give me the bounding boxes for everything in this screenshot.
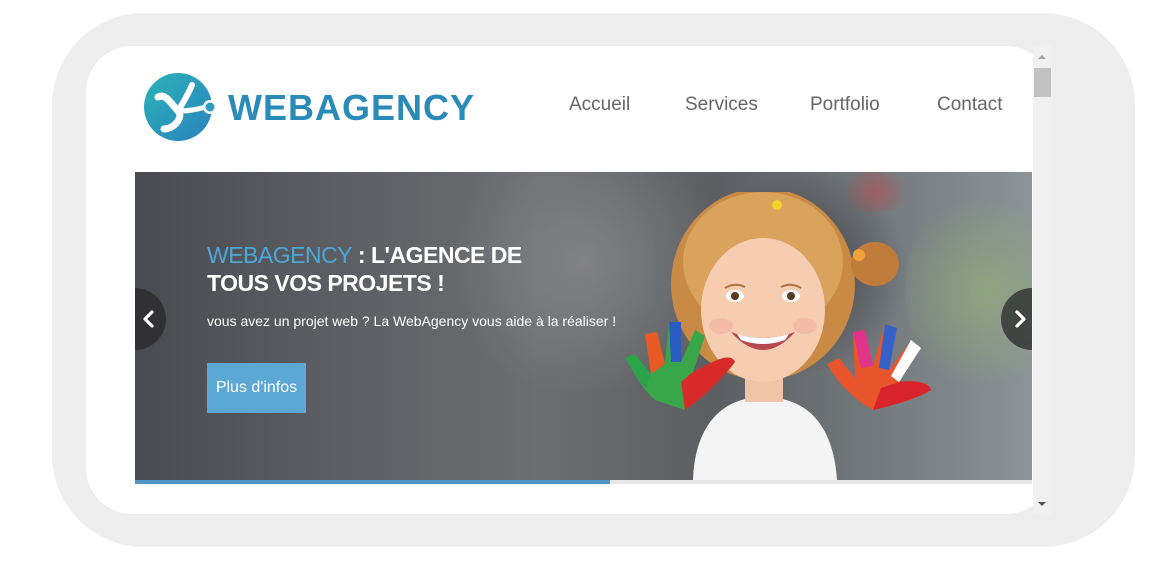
slider-progress-bar bbox=[135, 480, 1032, 484]
child-with-painted-hands-photo bbox=[625, 192, 931, 480]
vertical-scrollbar[interactable] bbox=[1033, 46, 1052, 514]
nav-portfolio[interactable]: Portfolio bbox=[810, 92, 880, 118]
hero-subtitle: vous avez un projet web ? La WebAgency v… bbox=[207, 313, 617, 329]
hero-headline-accent: WEBAGENCY bbox=[207, 242, 353, 268]
nav-services[interactable]: Services bbox=[685, 92, 758, 118]
nav-accueil[interactable]: Accueil bbox=[569, 92, 630, 118]
hero-headline: WEBAGENCY : L'AGENCE DE TOUS VOS PROJETS… bbox=[207, 241, 567, 297]
more-info-button[interactable]: Plus d'infos bbox=[207, 363, 306, 413]
scroll-up-arrow-icon[interactable] bbox=[1038, 55, 1046, 59]
scrollbar-thumb[interactable] bbox=[1034, 68, 1051, 97]
brand-name[interactable]: WEBAGENCY bbox=[228, 86, 475, 130]
slider-progress-fill bbox=[135, 480, 611, 484]
chevron-right-icon bbox=[1015, 310, 1026, 328]
scroll-down-arrow-icon[interactable] bbox=[1038, 502, 1046, 506]
nav-contact[interactable]: Contact bbox=[937, 92, 1002, 118]
hero-slider: WEBAGENCY : L'AGENCE DE TOUS VOS PROJETS… bbox=[135, 172, 1032, 480]
webagency-logo-icon[interactable] bbox=[144, 71, 218, 143]
chevron-left-icon bbox=[143, 310, 154, 328]
slider-prev-button[interactable] bbox=[135, 288, 166, 350]
